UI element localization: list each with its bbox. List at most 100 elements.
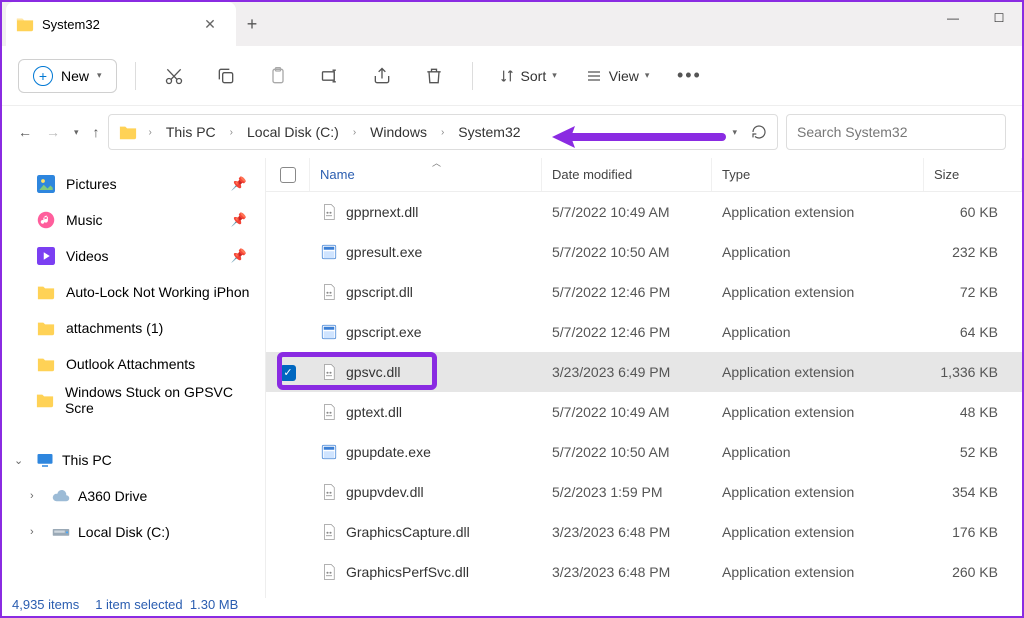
chevron-right-icon: › [435, 127, 450, 138]
titlebar: System32 ✕ + — ☐ ✕ [2, 2, 1022, 46]
file-date: 3/23/2023 6:48 PM [542, 524, 712, 540]
chevron-right-icon: › [30, 490, 44, 502]
file-name: GraphicsCapture.dll [346, 524, 470, 540]
tab-close-button[interactable]: ✕ [198, 16, 222, 33]
file-date: 5/7/2022 12:46 PM [542, 284, 712, 300]
sidebar-quick-item[interactable]: Auto-Lock Not Working iPhon [2, 274, 265, 310]
file-icon [320, 283, 338, 301]
file-size: 60 KB [924, 204, 1022, 220]
file-date: 5/7/2022 10:49 AM [542, 204, 712, 220]
share-button[interactable] [362, 56, 402, 96]
cut-button[interactable] [154, 56, 194, 96]
chevron-right-icon: › [143, 127, 158, 138]
search-input[interactable]: Search System32 [786, 114, 1006, 150]
file-icon [320, 443, 338, 461]
file-list: Name︿ Date modified Type Size gpprnext.d… [266, 158, 1022, 598]
file-name: gpprnext.dll [346, 204, 418, 220]
folder-icon [119, 123, 137, 141]
search-placeholder: Search System32 [797, 124, 908, 140]
column-type[interactable]: Type [712, 158, 924, 191]
sort-button[interactable]: Sort ▾ [491, 68, 565, 84]
row-checkbox[interactable]: ✓ [266, 363, 310, 381]
view-icon [585, 68, 603, 84]
file-icon [320, 363, 338, 381]
file-date: 5/2/2023 1:59 PM [542, 484, 712, 500]
sidebar-quick-item[interactable]: Music 📌 [2, 202, 265, 238]
file-date: 5/7/2022 10:49 AM [542, 404, 712, 420]
refresh-button[interactable] [751, 124, 767, 140]
sidebar-quick-item[interactable]: Pictures 📌 [2, 166, 265, 202]
videos-icon [36, 246, 56, 266]
table-row[interactable]: gpupvdev.dll 5/2/2023 1:59 PM Applicatio… [266, 472, 1022, 512]
file-type: Application extension [712, 564, 924, 580]
file-type: Application [712, 444, 924, 460]
table-row[interactable]: gpresult.exe 5/7/2022 10:50 AM Applicati… [266, 232, 1022, 272]
back-button[interactable]: ← [18, 124, 32, 140]
sidebar-item-local-disk[interactable]: › Local Disk (C:) [2, 514, 265, 550]
file-name: GraphicsPerfSvc.dll [346, 564, 469, 580]
breadcrumb[interactable]: System32 [456, 124, 522, 140]
sidebar-quick-item[interactable]: Videos 📌 [2, 238, 265, 274]
breadcrumb[interactable]: This PC [164, 124, 218, 140]
table-row[interactable]: gpscript.dll 5/7/2022 12:46 PM Applicati… [266, 272, 1022, 312]
recent-button[interactable]: ▾ [74, 127, 79, 138]
sidebar-item-label: Auto-Lock Not Working iPhon [66, 284, 249, 300]
chevron-down-icon[interactable]: ▾ [732, 127, 737, 138]
plus-icon: + [33, 66, 53, 86]
sidebar-quick-item[interactable]: Outlook Attachments [2, 346, 265, 382]
file-date: 5/7/2022 10:50 AM [542, 444, 712, 460]
file-size: 1,336 KB [924, 364, 1022, 380]
select-all-checkbox[interactable] [266, 158, 310, 191]
rename-button[interactable] [310, 56, 350, 96]
delete-button[interactable] [414, 56, 454, 96]
column-date[interactable]: Date modified [542, 158, 712, 191]
table-row[interactable]: gpscript.exe 5/7/2022 12:46 PM Applicati… [266, 312, 1022, 352]
sidebar-quick-item[interactable]: Windows Stuck on GPSVC Scre [2, 382, 265, 418]
table-row[interactable]: ✓ gpsvc.dll 3/23/2023 6:49 PM Applicatio… [266, 352, 1022, 392]
view-button[interactable]: View ▾ [577, 68, 658, 84]
file-name: gpupvdev.dll [346, 484, 424, 500]
table-row[interactable]: gpupdate.exe 5/7/2022 10:50 AM Applicati… [266, 432, 1022, 472]
chevron-down-icon: ▾ [645, 70, 650, 81]
status-items: 4,935 items [12, 597, 79, 612]
maximize-button[interactable]: ☐ [976, 2, 1022, 34]
folder-icon [36, 354, 56, 374]
folder-icon [36, 282, 56, 302]
new-button[interactable]: + New ▾ [18, 59, 117, 93]
window-tab[interactable]: System32 ✕ [6, 2, 236, 46]
sidebar-item-a360[interactable]: › A360 Drive [2, 478, 265, 514]
forward-button[interactable]: → [46, 124, 60, 140]
address-bar[interactable]: › This PC › Local Disk (C:) › Windows › … [108, 114, 778, 150]
file-type: Application extension [712, 364, 924, 380]
file-icon [320, 323, 338, 341]
chevron-right-icon: › [30, 526, 44, 538]
column-size[interactable]: Size [924, 158, 1022, 191]
toolbar: + New ▾ Sort ▾ View ▾ ••• [2, 46, 1022, 106]
table-row[interactable]: gptext.dll 5/7/2022 10:49 AM Application… [266, 392, 1022, 432]
sidebar-item-label: Music [66, 212, 103, 228]
file-size: 354 KB [924, 484, 1022, 500]
more-button[interactable]: ••• [669, 56, 709, 96]
breadcrumb[interactable]: Local Disk (C:) [245, 124, 341, 140]
table-row[interactable]: GraphicsPerfSvc.dll 3/23/2023 6:48 PM Ap… [266, 552, 1022, 592]
column-name[interactable]: Name︿ [310, 158, 542, 191]
file-size: 72 KB [924, 284, 1022, 300]
file-icon [320, 483, 338, 501]
file-type: Application extension [712, 484, 924, 500]
sidebar-item-this-pc[interactable]: ⌄ This PC [2, 442, 265, 478]
sidebar-quick-item[interactable]: attachments (1) [2, 310, 265, 346]
breadcrumb[interactable]: Windows [368, 124, 429, 140]
table-row[interactable]: gpprnext.dll 5/7/2022 10:49 AM Applicati… [266, 192, 1022, 232]
file-name: gpscript.exe [346, 324, 421, 340]
up-button[interactable]: ↑ [93, 124, 100, 140]
copy-button[interactable] [206, 56, 246, 96]
monitor-icon [36, 451, 54, 469]
folder-icon [36, 390, 55, 410]
file-type: Application extension [712, 404, 924, 420]
table-row[interactable]: GraphicsCapture.dll 3/23/2023 6:48 PM Ap… [266, 512, 1022, 552]
nav-row: ← → ▾ ↑ › This PC › Local Disk (C:) › Wi… [2, 106, 1022, 158]
minimize-button[interactable]: — [930, 2, 976, 34]
paste-button[interactable] [258, 56, 298, 96]
file-type: Application extension [712, 204, 924, 220]
new-tab-button[interactable]: + [236, 14, 268, 35]
